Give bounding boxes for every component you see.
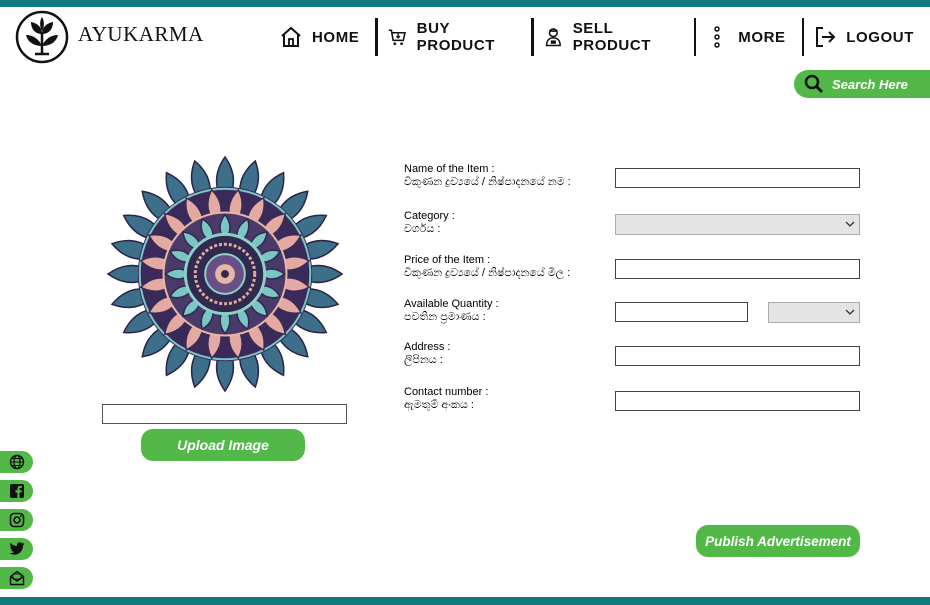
- nav-more[interactable]: MORE: [696, 18, 801, 56]
- address-label-en: Address :: [404, 341, 451, 353]
- category-label-en: Category :: [404, 210, 455, 222]
- contact-label-si: ඇමතුම් අංකය :: [404, 399, 474, 411]
- nav-home-label: HOME: [312, 28, 360, 46]
- publish-advertisement-button[interactable]: Publish Advertisement: [696, 525, 860, 557]
- category-label: Category : වර්ගය :: [404, 210, 455, 236]
- instagram-link[interactable]: [0, 509, 33, 531]
- twitter-icon: [9, 542, 24, 555]
- quantity-label: Available Quantity : පවතින ප්‍රමාණය :: [404, 298, 499, 324]
- logout-icon: [816, 27, 836, 47]
- category-label-si: වර්ගය :: [404, 223, 441, 235]
- facebook-icon: [9, 484, 24, 499]
- nav-buy-product[interactable]: BUY PRODUCT: [378, 18, 531, 56]
- quantity-label-si: පවතින ප්‍රමාණය :: [404, 311, 486, 323]
- nav-sell-product[interactable]: SELL PRODUCT: [534, 18, 694, 56]
- contact-label-en: Contact number :: [404, 386, 489, 398]
- nav-home[interactable]: HOME: [270, 18, 375, 56]
- seller-icon: [545, 28, 561, 47]
- mail-icon: [9, 570, 24, 586]
- brand-name: AYUKARMA: [78, 22, 204, 46]
- image-file-field[interactable]: [102, 404, 347, 424]
- product-preview-image: [106, 155, 344, 393]
- chevron-down-icon: [845, 221, 855, 227]
- home-icon: [281, 26, 301, 47]
- address-label: Address : ලිපිනය :: [404, 341, 450, 367]
- address-input[interactable]: [615, 346, 860, 366]
- quantity-input[interactable]: [615, 302, 748, 322]
- email-link[interactable]: [0, 567, 33, 589]
- quantity-unit-select[interactable]: [768, 302, 860, 323]
- address-label-si: ලිපිනය :: [404, 354, 443, 366]
- nav-logout[interactable]: LOGOUT: [804, 18, 930, 56]
- top-accent-bar: [0, 0, 930, 7]
- bottom-accent-bar: [0, 597, 930, 605]
- globe-icon: [9, 454, 24, 470]
- more-vertical-icon: [714, 26, 720, 48]
- main-nav: HOME BUY PRODUCT SELL PRODUCT MORE LOGOU…: [270, 18, 930, 56]
- item-name-input[interactable]: [615, 168, 860, 188]
- price-label: Price of the Item : විකුණන ද්‍රව්‍යයේ / …: [404, 254, 570, 280]
- contact-input[interactable]: [615, 391, 860, 411]
- price-label-en: Price of the Item :: [404, 254, 491, 266]
- search-icon: [804, 74, 824, 94]
- chevron-down-icon: [845, 309, 855, 315]
- item-name-label: Name of the Item : විකුණන ද්‍රව්‍යයේ / න…: [404, 163, 571, 189]
- nav-buy-product-label: BUY PRODUCT: [416, 20, 496, 54]
- category-select[interactable]: [615, 214, 860, 235]
- item-name-label-en: Name of the Item :: [404, 163, 495, 175]
- cart-icon: [388, 29, 406, 46]
- ayukarma-logo-icon[interactable]: [15, 10, 69, 64]
- nav-logout-label: LOGOUT: [846, 28, 914, 46]
- price-input[interactable]: [615, 259, 860, 279]
- nav-sell-product-label: SELL PRODUCT: [572, 20, 652, 54]
- nav-more-label: MORE: [738, 28, 786, 46]
- item-name-label-si: විකුණන ද්‍රව්‍යයේ / නිෂ්පාදනයේ නම :: [404, 176, 571, 188]
- search-button[interactable]: Search Here: [794, 70, 930, 98]
- website-link[interactable]: [0, 451, 33, 473]
- contact-label: Contact number : ඇමතුම් අංකය :: [404, 386, 488, 412]
- instagram-icon: [9, 512, 24, 528]
- quantity-label-en: Available Quantity :: [404, 298, 499, 310]
- twitter-link[interactable]: [0, 538, 33, 560]
- upload-image-button[interactable]: Upload Image: [141, 429, 305, 461]
- price-label-si: විකුණන ද්‍රව්‍යයේ / නිෂ්පාදනයේ මිල :: [404, 267, 571, 279]
- facebook-link[interactable]: [0, 480, 33, 502]
- search-label: Search Here: [832, 76, 908, 92]
